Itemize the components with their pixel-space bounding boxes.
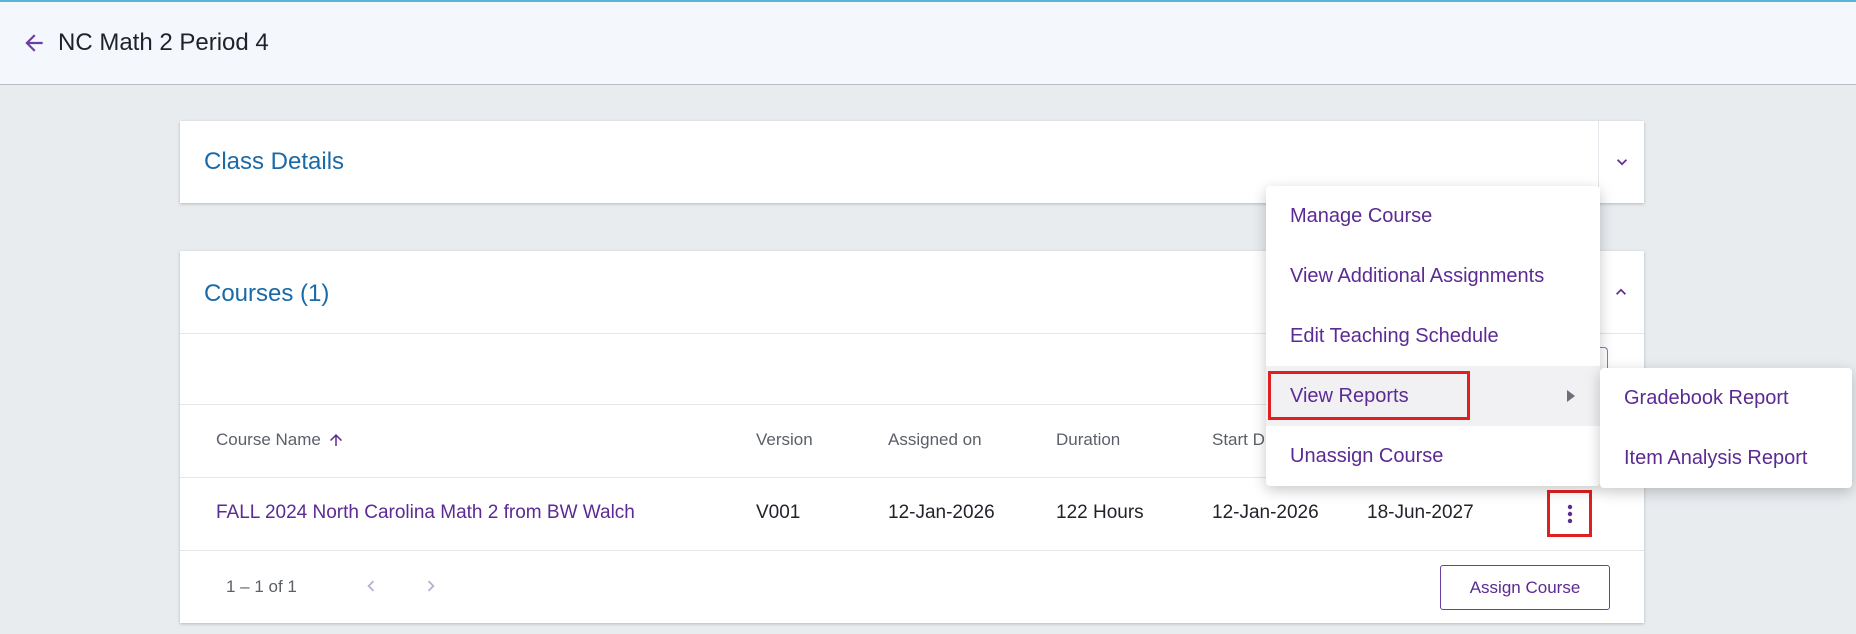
- menu-item-view-reports[interactable]: View Reports: [1266, 366, 1600, 426]
- column-header-duration[interactable]: Duration: [1056, 430, 1120, 450]
- assign-course-button[interactable]: Assign Course: [1440, 565, 1610, 610]
- column-header-version[interactable]: Version: [756, 430, 813, 450]
- menu-item-manage-course[interactable]: Manage Course: [1266, 186, 1600, 246]
- menu-item-label: View Reports: [1290, 384, 1409, 407]
- back-button[interactable]: [12, 21, 56, 65]
- course-version: V001: [756, 502, 801, 523]
- menu-item-view-additional-assignments[interactable]: View Additional Assignments: [1266, 246, 1600, 306]
- course-start-date: 12-Jan-2026: [1212, 502, 1319, 523]
- chevron-right-icon: [427, 580, 435, 592]
- course-end-date: 18-Jun-2027: [1367, 502, 1474, 523]
- column-header-label: Version: [756, 430, 813, 449]
- reports-submenu: Gradebook Report Item Analysis Report: [1600, 368, 1852, 488]
- menu-item-label: Edit Teaching Schedule: [1290, 324, 1499, 347]
- column-header-label: Assigned on: [888, 430, 982, 449]
- pagination-range: 1 – 1 of 1: [226, 577, 297, 596]
- arrow-left-icon: [25, 34, 43, 52]
- column-header-assigned-on[interactable]: Assigned on: [888, 430, 982, 450]
- column-header-start-date[interactable]: Start D: [1212, 430, 1265, 450]
- menu-item-gradebook-report[interactable]: Gradebook Report: [1600, 368, 1852, 428]
- divider: [180, 550, 1644, 551]
- column-header-label: Duration: [1056, 430, 1121, 449]
- menu-item-label: Manage Course: [1290, 204, 1433, 227]
- menu-item-label: View Additional Assignments: [1290, 264, 1545, 287]
- column-header-label: Course Name: [216, 430, 321, 449]
- next-page-button[interactable]: [416, 571, 446, 601]
- page-title: NC Math 2 Period 4: [58, 29, 269, 56]
- more-vertical-icon: [1567, 504, 1572, 523]
- class-details-expand-toggle[interactable]: [1598, 121, 1644, 203]
- menu-item-label: Gradebook Report: [1624, 386, 1789, 409]
- course-assigned-on: 12-Jan-2026: [888, 502, 995, 523]
- courses-title[interactable]: Courses (1): [204, 280, 329, 308]
- row-actions-button[interactable]: [1547, 490, 1592, 537]
- sort-ascending-icon: [329, 434, 342, 446]
- courses-collapse-toggle[interactable]: [1598, 251, 1644, 333]
- menu-item-edit-teaching-schedule[interactable]: Edit Teaching Schedule: [1266, 306, 1600, 366]
- chevron-left-icon: [367, 580, 375, 592]
- top-bar: NC Math 2 Period 4: [0, 0, 1856, 85]
- column-header-label: Start D: [1212, 430, 1265, 449]
- menu-item-unassign-course[interactable]: Unassign Course: [1266, 426, 1600, 486]
- course-actions-menu: Manage Course View Additional Assignment…: [1266, 186, 1600, 486]
- chevron-down-icon: [1616, 159, 1627, 166]
- caret-right-icon: [1567, 390, 1575, 402]
- menu-item-label: Item Analysis Report: [1624, 446, 1808, 469]
- menu-item-label: Unassign Course: [1290, 444, 1444, 467]
- course-duration: 122 Hours: [1056, 502, 1144, 523]
- previous-page-button[interactable]: [356, 571, 386, 601]
- column-header-course-name[interactable]: Course Name: [216, 430, 345, 450]
- chevron-up-icon: [1616, 288, 1626, 295]
- course-name-link[interactable]: FALL 2024 North Carolina Math 2 from BW …: [216, 502, 635, 524]
- menu-item-item-analysis-report[interactable]: Item Analysis Report: [1600, 428, 1852, 488]
- class-details-title[interactable]: Class Details: [204, 148, 344, 176]
